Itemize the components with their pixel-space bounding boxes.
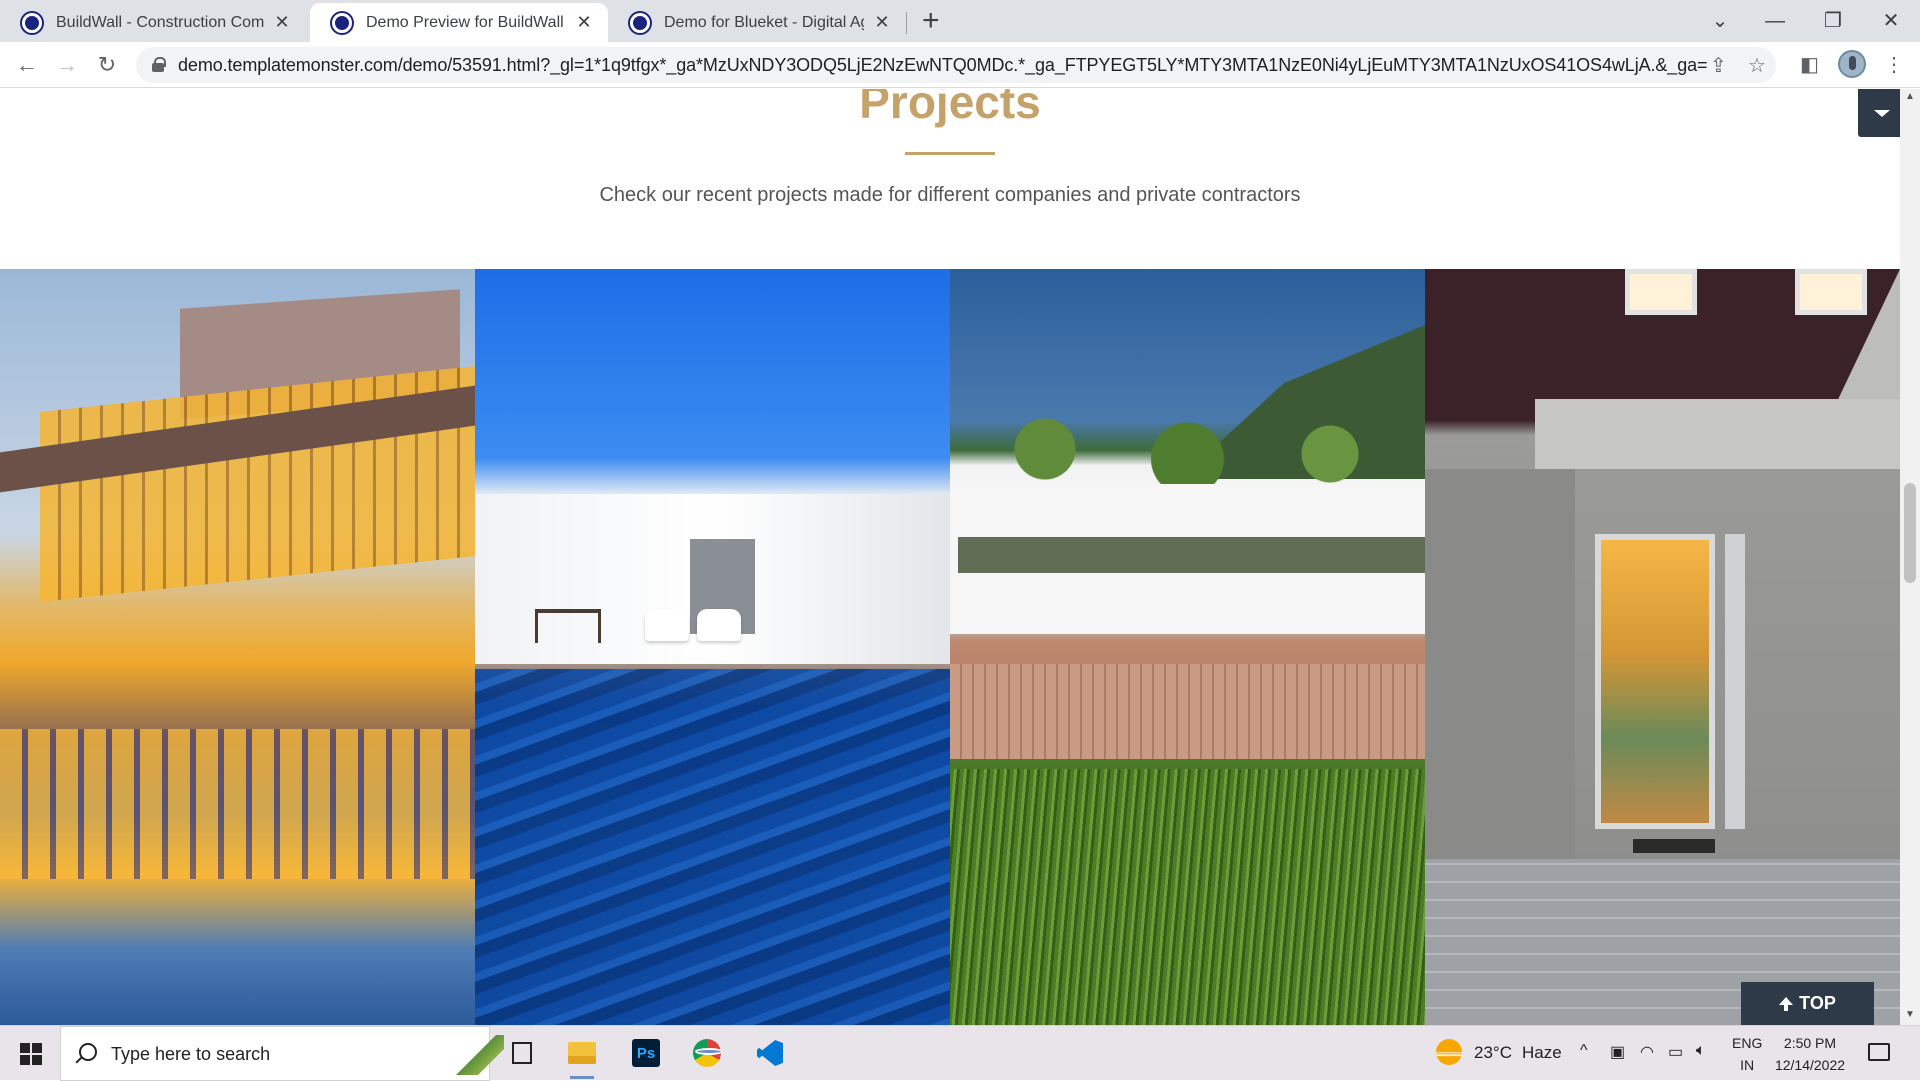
- concrete-canopy: [1535, 399, 1900, 469]
- door-frame: [1725, 534, 1745, 829]
- meet-now-icon[interactable]: ▣: [1610, 1042, 1625, 1062]
- windows-taskbar: Type here to search 23°C Haze ^ ▣ ◠ ▭ 🔈︎…: [0, 1025, 1920, 1081]
- grass-foreground: [950, 769, 1425, 1025]
- search-placeholder: Type here to search: [111, 1044, 271, 1064]
- page-viewport: Projects Check our recent projects made …: [0, 89, 1900, 1025]
- profile-avatar[interactable]: [1838, 50, 1866, 78]
- vscode-icon[interactable]: [752, 1035, 788, 1071]
- restore-icon[interactable]: ❐: [1808, 4, 1858, 38]
- close-icon[interactable]: ✕: [574, 12, 594, 33]
- wifi-icon[interactable]: ◠: [1640, 1042, 1654, 1062]
- forward-arrow-icon[interactable]: →: [52, 50, 82, 80]
- show-hidden-icons-chevron-up-icon[interactable]: ^: [1580, 1042, 1588, 1060]
- region-code: IN: [1740, 1057, 1755, 1073]
- share-icon[interactable]: ⇪: [1710, 53, 1727, 78]
- task-view-icon[interactable]: [504, 1035, 540, 1071]
- minimize-icon[interactable]: —: [1750, 4, 1800, 38]
- wooden-deck: [950, 664, 1425, 759]
- patio-chair: [697, 609, 741, 641]
- templatemonster-favicon-icon: [630, 12, 650, 33]
- close-icon[interactable]: ✕: [272, 12, 292, 33]
- door-mat: [1633, 839, 1715, 853]
- project-tile-garden-wall[interactable]: [950, 269, 1425, 1025]
- tab-title: BuildWall - Construction Company: [56, 13, 264, 31]
- section-title-wrapper: Projects: [0, 89, 1900, 129]
- browser-toolbar: ← → ↻ demo.templatemonster.com/demo/5359…: [0, 42, 1920, 88]
- volume-icon[interactable]: 🔈︎: [1696, 1042, 1706, 1060]
- lock-icon[interactable]: [152, 57, 166, 72]
- section-subtitle: Check our recent projects made for diffe…: [599, 184, 1301, 206]
- taskbar-search-box[interactable]: Type here to search: [60, 1026, 504, 1081]
- concrete-wall: [1425, 469, 1575, 869]
- close-icon[interactable]: ✕: [872, 12, 892, 33]
- tab-demo-preview-buildwall[interactable]: Demo Preview for BuildWall - Constructio…: [310, 3, 608, 42]
- weather-haze-icon[interactable]: [1436, 1039, 1462, 1065]
- page-scrollbar[interactable]: ▲ ▼: [1900, 89, 1920, 1025]
- file-explorer-icon[interactable]: [564, 1035, 600, 1079]
- templatemonster-favicon-icon: [332, 12, 352, 33]
- more-menu-icon[interactable]: ⋮: [1884, 52, 1904, 77]
- pool-water: [475, 669, 950, 1025]
- windows-start-icon[interactable]: [20, 1043, 42, 1065]
- system-clock[interactable]: 2:50 PM 12/14/2022: [1770, 1032, 1850, 1076]
- search-icon: [79, 1043, 97, 1061]
- new-tab-plus-icon[interactable]: +: [922, 6, 940, 36]
- bookmark-star-icon[interactable]: ☆: [1748, 53, 1766, 78]
- clock-time: 2:50 PM: [1783, 1035, 1837, 1051]
- url-text[interactable]: demo.templatemonster.com/demo/53591.html…: [178, 55, 1708, 76]
- top-button-label: TOP: [1799, 993, 1836, 1013]
- patio-chair: [645, 609, 689, 641]
- project-tile-concrete-entrance[interactable]: [1425, 269, 1900, 1025]
- title-divider: [905, 152, 995, 155]
- lit-glass-door: [1595, 534, 1715, 829]
- scrollbar-thumb[interactable]: [1904, 483, 1916, 583]
- tab-title: Demo for Blueket - Digital Agency: [664, 13, 864, 31]
- scroll-down-arrow-icon[interactable]: ▼: [1905, 1009, 1915, 1020]
- panel-toggle-dropdown-button[interactable]: [1858, 89, 1900, 137]
- language-indicator[interactable]: ENG IN: [1732, 1032, 1762, 1076]
- scroll-up-arrow-icon[interactable]: ▲: [1905, 91, 1915, 102]
- scroll-to-top-button[interactable]: TOP: [1741, 982, 1874, 1025]
- address-bar[interactable]: demo.templatemonster.com/demo/53591.html…: [136, 47, 1776, 83]
- templatemonster-favicon-icon: [22, 12, 42, 33]
- water-reflection: [0, 729, 475, 879]
- weather-description[interactable]: Haze: [1522, 1043, 1562, 1063]
- tab-demo-blueket[interactable]: Demo for Blueket - Digital Agency ✕: [608, 3, 906, 42]
- search-highlight-art-icon: [456, 1035, 504, 1075]
- upper-window: [1795, 269, 1867, 315]
- back-arrow-icon[interactable]: ←: [12, 50, 42, 80]
- tab-separator: [906, 12, 907, 34]
- wall-slot-planter: [958, 537, 1425, 573]
- window-close-icon[interactable]: ✕: [1866, 4, 1916, 38]
- upper-window: [1625, 269, 1697, 315]
- tab-buildwall[interactable]: BuildWall - Construction Company ✕: [0, 3, 306, 42]
- battery-icon[interactable]: ▭: [1668, 1042, 1683, 1062]
- section-title: Projects: [859, 89, 1041, 128]
- arrow-up-icon: [1779, 996, 1794, 1011]
- chrome-icon[interactable]: [689, 1035, 725, 1071]
- reload-icon[interactable]: ↻: [92, 50, 122, 80]
- project-tile-opera-building[interactable]: [0, 269, 475, 1025]
- tab-title: Demo Preview for BuildWall - Constructio…: [366, 13, 566, 31]
- clock-date: 12/14/2022: [1774, 1057, 1846, 1073]
- tree-line: [950, 389, 1425, 489]
- browser-tab-strip: BuildWall - Construction Company ✕ Demo …: [0, 0, 1920, 42]
- notification-center-icon[interactable]: [1868, 1043, 1890, 1061]
- weather-temperature[interactable]: 23°C: [1474, 1043, 1512, 1063]
- language-code: ENG: [1732, 1035, 1763, 1051]
- photoshop-icon[interactable]: [628, 1035, 664, 1071]
- side-panel-icon[interactable]: ◧: [1800, 52, 1819, 77]
- projects-gallery: [0, 269, 1900, 1025]
- tab-search-chevron-down-icon[interactable]: ⌄: [1695, 4, 1745, 38]
- project-tile-pool-house[interactable]: [475, 269, 950, 1025]
- patio-table: [535, 609, 601, 643]
